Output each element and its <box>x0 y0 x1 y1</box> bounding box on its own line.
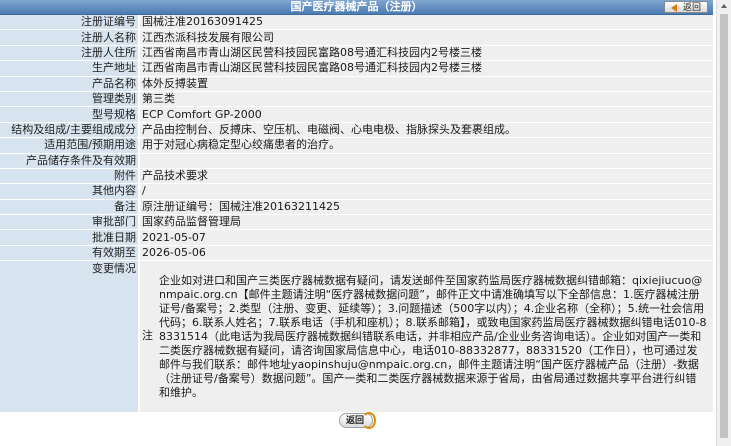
field-value: 江西省南昌市青山湖区民营科技园民富路08号通汇科技园内2号楼三楼 <box>139 60 713 77</box>
table-row: 生产地址 江西省南昌市青山湖区民营科技园民富路08号通汇科技园内2号楼三楼 <box>0 60 713 77</box>
change-value: 注 企业如对进口和国产三类医疗器械数据有疑问，请发送邮件至国家药监局医疗器械数据… <box>139 260 713 414</box>
field-value: ECP Comfort GP-2000 <box>139 106 713 123</box>
table-row: 有效期至 2026-05-06 <box>0 245 713 262</box>
table-row: 其他内容 / <box>0 183 713 200</box>
change-content: 注 企业如对进口和国产三类医疗器械数据有疑问，请发送邮件至国家药监局医疗器械数据… <box>142 261 711 411</box>
field-value: 产品由控制台、反搏床、空压机、电磁阀、心电电极、指脉探头及套裹组成。 <box>139 122 713 139</box>
field-label: 附件 <box>0 168 140 185</box>
field-label: 注册人住所 <box>0 45 140 62</box>
table-row: 产品储存条件及有效期 <box>0 153 713 169</box>
top-back-button[interactable]: 返回 <box>664 1 708 13</box>
note-label: 注 <box>142 329 153 343</box>
field-value: 江西省南昌市青山湖区民营科技园民富路08号通汇科技园内2号楼三楼 <box>139 45 713 62</box>
field-value: / <box>139 183 713 200</box>
field-label: 其他内容 <box>0 183 140 200</box>
field-value: 2021-05-07 <box>139 229 713 246</box>
table-row: 结构及组成/主要组成成分 产品由控制台、反搏床、空压机、电磁阀、心电电极、指脉探头… <box>0 122 713 139</box>
field-value: 原注册证编号：国械注准20163211425 <box>139 199 713 216</box>
table-row: 产品名称 体外反搏装置 <box>0 76 713 92</box>
top-back-label: 返回 <box>682 3 701 13</box>
vertical-scrollbar[interactable] <box>716 0 731 446</box>
field-label: 产品名称 <box>0 76 140 92</box>
field-label: 适用范围/预期用途 <box>0 137 140 154</box>
table-row: 注册人住所 江西省南昌市青山湖区民营科技园民富路08号通汇科技园内2号楼三楼 <box>0 45 713 62</box>
table-row: 附件 产品技术要求 <box>0 168 713 185</box>
field-value: 体外反搏装置 <box>139 76 713 92</box>
field-label: 注册证编号 <box>0 15 140 31</box>
table-row: 型号规格 ECP Comfort GP-2000 <box>0 106 713 123</box>
field-label: 批准日期 <box>0 229 140 246</box>
field-value: 江西杰派科技发展有限公司 <box>139 29 713 46</box>
bottom-back-button[interactable]: 返回 <box>339 412 376 429</box>
page-title: 国产医疗器械产品（注册） <box>290 0 423 13</box>
field-value: 产品技术要求 <box>139 168 713 185</box>
field-value: 国家药品监督管理局 <box>139 214 713 231</box>
change-row: 变更情况 注 企业如对进口和国产三类医疗器械数据有疑问，请发送邮件至国家药监局医… <box>0 260 713 414</box>
back-ring-icon <box>362 412 376 429</box>
field-value: 国械注准20163091425 <box>139 15 713 31</box>
back-arrow-icon <box>671 4 677 12</box>
field-label: 型号规格 <box>0 106 140 123</box>
table-row: 备注 原注册证编号：国械注准20163211425 <box>0 199 713 216</box>
table-row: 注册人名称 江西杰派科技发展有限公司 <box>0 29 713 46</box>
scrollbar-thumb[interactable] <box>720 14 728 438</box>
field-label: 产品储存条件及有效期 <box>0 153 140 169</box>
table-row: 管理类别 第三类 <box>0 91 713 108</box>
field-value: 2026-05-06 <box>139 245 713 262</box>
detail-table: 注册证编号 国械注准20163091425 注册人名称 江西杰派科技发展有限公司 注… <box>0 15 713 414</box>
field-value: 第三类 <box>139 91 713 108</box>
field-label: 审批部门 <box>0 214 140 231</box>
field-label: 管理类别 <box>0 91 140 108</box>
field-value <box>139 153 713 169</box>
field-label: 结构及组成/主要组成成分 <box>0 122 140 139</box>
field-label: 注册人名称 <box>0 29 140 46</box>
table-row: 批准日期 2021-05-07 <box>0 229 713 246</box>
field-label: 生产地址 <box>0 60 140 77</box>
note-text: 企业如对进口和国产三类医疗器械数据有疑问，请发送邮件至国家药监局医疗器械数据纠错… <box>159 274 707 400</box>
page: 国产医疗器械产品（注册） 返回 注册证编号 国械注准20163091425 注册人… <box>0 0 731 446</box>
field-label: 有效期至 <box>0 245 140 262</box>
field-value: 用于对冠心病稳定型心绞痛患者的治疗。 <box>139 137 713 154</box>
table-row: 审批部门 国家药品监督管理局 <box>0 214 713 231</box>
title-bar: 国产医疗器械产品（注册） 返回 <box>0 0 713 15</box>
scroll-up-arrow-icon[interactable] <box>721 4 727 8</box>
table-row: 注册证编号 国械注准20163091425 <box>0 15 713 31</box>
change-label: 变更情况 <box>0 260 140 414</box>
field-label: 备注 <box>0 199 140 216</box>
table-row: 适用范围/预期用途 用于对冠心病稳定型心绞痛患者的治疗。 <box>0 137 713 154</box>
